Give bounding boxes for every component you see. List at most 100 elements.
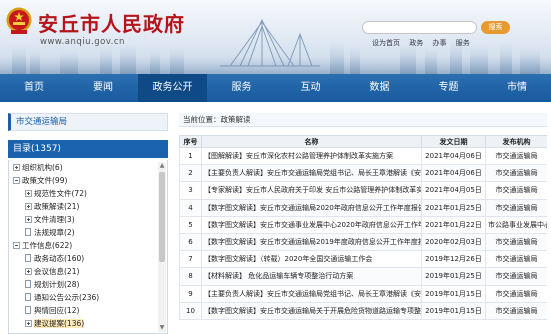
services-link[interactable]: 办事 [432,39,446,47]
row-publisher: 市交通运输局 [485,146,547,166]
document-icon [25,293,31,301]
search-input[interactable] [362,21,477,34]
row-index: 4 [179,198,202,217]
tree-node-policy-interpretation[interactable]: 政策解读(21) [25,201,79,213]
government-affairs-link[interactable]: 政务 [409,39,423,47]
row-title-link[interactable]: 【数字图文解读】安丘市交通运输局2020年政府信息公开工作年度报告 [201,198,422,217]
row-publisher: 市交通运输局 [485,232,547,252]
breadcrumb-prefix: 当前位置： [183,115,221,124]
row-title-link[interactable]: 【数字图文解读】安丘市交通运输局2019年度政府信息公开工作年度报告 [201,232,422,252]
row-title-link[interactable]: 【主要负责人解读】安丘市交通运输局党组书记、局长王章港解读《安丘市交通... [201,284,422,303]
scroll-down-icon[interactable]: ▼ [158,324,166,332]
row-title-link[interactable]: 【主要负责人解读】安丘市交通运输局党组书记、局长王章港解读《安丘市深化... [201,164,422,183]
expand-icon[interactable] [25,190,32,197]
collapse-icon[interactable] [13,242,20,249]
nav-data[interactable]: 数据 [345,74,414,102]
row-title-link[interactable]: 【数字图文解读】安丘市交通运输局关于开展危险货物道路运输专项整治行动方案 [201,301,422,320]
tree-node-doc-cleanup[interactable]: 文件清理(3) [25,214,75,226]
expand-icon[interactable] [25,203,32,210]
row-index: 6 [179,232,202,252]
nav-city-info[interactable]: 市情 [483,74,551,102]
nav-services[interactable]: 服务 [207,74,276,102]
table-row: 6 【数字图文解读】安丘市交通运输局2019年度政府信息公开工作年度报告 2020年… [179,232,547,252]
sidebar-title: 市交通运输局 [8,113,168,131]
row-index: 1 [179,146,202,166]
tree-node-notices[interactable]: 通知公告公示(236) [25,292,99,304]
document-icon [25,306,31,314]
set-homepage-link[interactable]: 设为首页 [372,39,400,47]
nav-interaction[interactable]: 互动 [276,74,345,102]
tree-node-plans[interactable]: 规划计划(28) [25,279,79,291]
row-publisher: 市交通运输局 [485,250,547,269]
row-index: 8 [179,267,202,286]
service-link[interactable]: 服务 [456,39,470,47]
row-index: 7 [179,250,202,269]
row-date: 2021年01月25日 [421,198,486,217]
expand-icon[interactable] [25,320,32,327]
row-title-link[interactable]: 【图解解读】安丘市深化农村公路管理养护体制改革实施方案 [201,146,422,166]
tree-node-normative-docs[interactable]: 规范性文件(72) [25,188,87,200]
row-date: 2021年04月06日 [421,146,486,166]
document-icon [25,254,31,262]
row-publisher: 市公路事业发展中心 [485,215,547,234]
site-domain: www.anqiu.gov.cn [40,37,125,47]
table-row: 8 【材料解读】 危化品运输车辆专项整治行动方案 2019年01月25日 市交通运输局 [179,267,547,286]
tree-node-meetings[interactable]: 会议信息(21) [25,266,79,278]
row-publisher: 市交通运输局 [485,284,547,303]
row-index: 3 [179,181,202,200]
col-header-publisher: 发布机构 [485,135,547,148]
document-icon [25,280,31,288]
tree-scrollbar[interactable]: ▲ ▼ [158,162,166,332]
nav-news[interactable]: 要闻 [68,74,138,102]
expand-icon[interactable] [25,216,32,223]
row-title-link[interactable]: 【材料解读】 危化品运输车辆专项整治行动方案 [201,267,422,286]
scroll-thumb[interactable] [159,172,165,262]
row-title-link[interactable]: 【数字图文解读】（转载）2020年全国交通运输工作会 [201,250,422,269]
row-date: 2019年01月15日 [421,301,486,320]
site-title: 安丘市人民政府 [38,12,185,36]
document-table: 序号 名称 发文日期 发布机构 1 【图解解读】安丘市深化农村公路管理养护体制改革… [179,135,547,320]
row-publisher: 市交通运输局 [485,301,547,320]
row-publisher: 市交通运输局 [485,267,547,286]
row-title-link[interactable]: 【数字图文解读】安丘市交通事业发展中心2020年政府信息公开工作年度报告 [201,215,422,234]
tree-node-proposals[interactable]: 建议提案(136) [25,318,85,330]
nav-home[interactable]: 首页 [0,74,68,102]
row-date: 2021年04月06日 [421,164,486,183]
expand-icon[interactable] [13,164,20,171]
row-index: 5 [179,215,202,234]
col-header-date: 发文日期 [421,135,486,148]
table-row: 4 【数字图文解读】安丘市交通运输局2020年政府信息公开工作年度报告 2021年0… [179,198,547,217]
national-emblem-icon [6,7,32,34]
site-header: 安丘市人民政府 www.anqiu.gov.cn 搜索 设为首页 政务 办事 服… [0,0,551,74]
row-date: 2021年01月22日 [421,215,486,234]
col-header-index: 序号 [179,135,202,148]
tree-node-policy-docs[interactable]: 政策文件(99) [13,175,67,187]
collapse-icon[interactable] [13,177,20,184]
table-row: 3【专家解读】安丘市人民政府关于印发 安丘市公路管理养护体制改革实施方案...2… [179,181,547,200]
content-panel: 当前位置：政策解读 序号 名称 发文日期 发布机构 1 【图解解读】安丘市深化农村… [179,113,547,334]
row-date: 2021年04月05日 [421,181,486,200]
tree-node-regulations[interactable]: 法规规章(2) [25,227,75,239]
nav-topics[interactable]: 专题 [414,74,483,102]
scroll-up-icon[interactable]: ▲ [158,162,166,170]
tree-node-organization[interactable]: 组织机构(6) [13,162,63,174]
row-date: 2019年01月25日 [421,267,486,286]
nav-gov-affairs[interactable]: 政务公开 [138,74,207,102]
table-row: 2【主要负责人解读】安丘市交通运输局党组书记、局长王章港解读《安丘市深化...2… [179,164,547,183]
search-button[interactable]: 搜索 [481,21,510,34]
col-header-title: 名称 [201,135,422,148]
document-icon [25,228,31,236]
catalog-header[interactable]: 目录(1357) [8,140,168,158]
row-publisher: 市交通运输局 [485,164,547,183]
expand-icon[interactable] [25,268,32,275]
table-row: 9【主要负责人解读】安丘市交通运输局党组书记、局长王章港解读《安丘市交通...2… [179,284,547,303]
tree-node-work-info[interactable]: 工作信息(622) [13,240,72,252]
row-index: 2 [179,164,202,183]
tree-node-public-opinion[interactable]: 舆情回应(12) [25,305,79,317]
table-row: 1 【图解解读】安丘市深化农村公路管理养护体制改革实施方案 2021年04月06日市… [179,146,547,166]
row-title-link[interactable]: 【专家解读】安丘市人民政府关于印发 安丘市公路管理养护体制改革实施方案... [201,181,422,200]
tree-node-gov-news[interactable]: 政务动态(160) [25,253,84,265]
table-row: 10【数字图文解读】安丘市交通运输局关于开展危险货物道路运输专项整治行动方案20… [179,301,547,320]
table-row: 7 【数字图文解读】（转载）2020年全国交通运输工作会 2019年12月26日 市交… [179,250,547,269]
breadcrumb-current[interactable]: 政策解读 [221,115,251,124]
